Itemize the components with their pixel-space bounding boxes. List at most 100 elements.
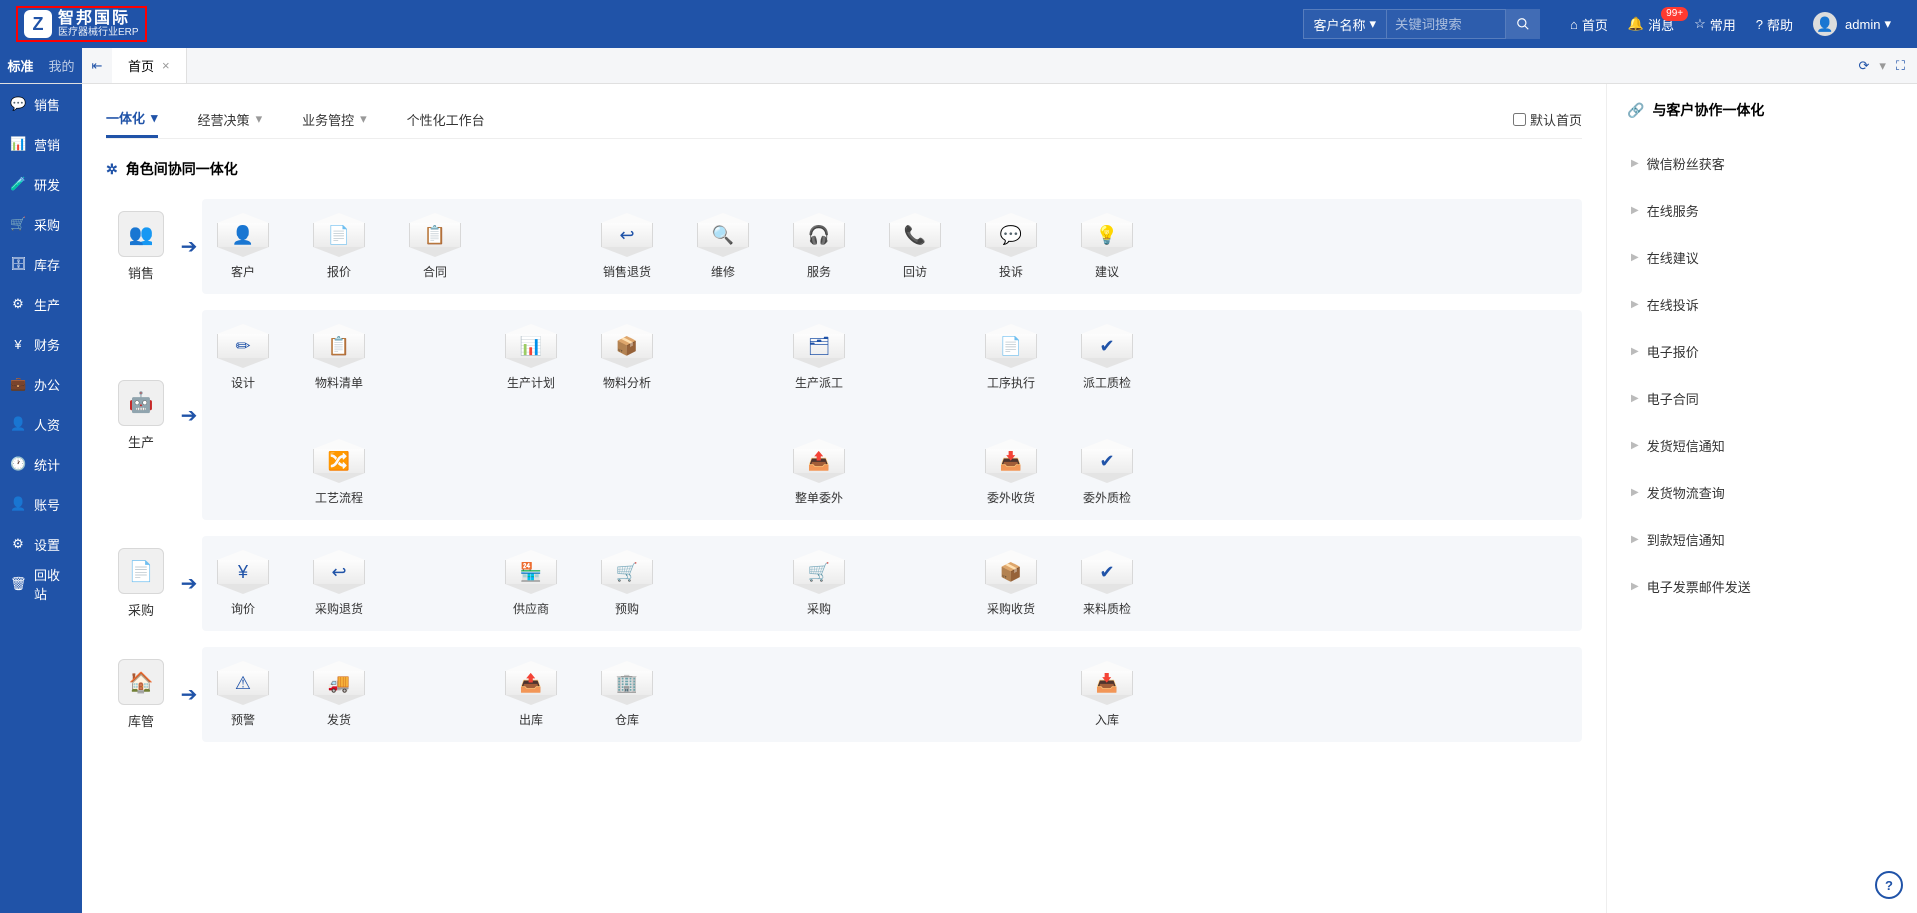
sidebar-label: 设置 [34,535,60,554]
node-icon: 📤 [505,671,557,695]
sidebar-item-9[interactable]: 🕐统计 [0,444,82,484]
right-item-0[interactable]: ▶微信粉丝获客 [1627,140,1897,187]
node-icon: 🎧 [793,223,845,247]
flow-node[interactable]: ✏ 设计 [212,324,274,391]
right-item-4[interactable]: ▶电子报价 [1627,328,1897,375]
messages-badge: 99+ [1661,7,1688,21]
right-item-1[interactable]: ▶在线服务 [1627,187,1897,234]
sidebar-icon: 🕐 [10,456,26,472]
tab-control[interactable]: 业务管控▾ [302,102,367,137]
sidebar-icon: 👤 [10,416,26,432]
flow-node[interactable]: ↩ 销售退货 [596,213,658,280]
flow-node[interactable]: ✔ 派工质检 [1076,324,1138,391]
fullscreen-icon[interactable]: ⛶ [1896,58,1905,74]
right-item-9[interactable]: ▶电子发票邮件发送 [1627,563,1897,610]
sidebar-item-11[interactable]: ⚙设置 [0,524,82,564]
sidebar-item-12[interactable]: 🗑回收站 [0,564,82,604]
sidebar-item-8[interactable]: 👤人资 [0,404,82,444]
tab-close-icon[interactable]: × [162,58,170,73]
default-home-checkbox[interactable]: 默认首页 [1513,110,1582,129]
node-label: 预购 [596,600,658,617]
messages-link[interactable]: 🔔消息99+ [1628,15,1674,34]
triangle-icon: ▶ [1631,487,1639,498]
sidebar-label: 研发 [34,175,60,194]
common-link[interactable]: ☆常用 [1694,15,1736,34]
sidebar-item-1[interactable]: 📊营销 [0,124,82,164]
flow-node[interactable]: 🛒 采购 [788,550,850,617]
flow-node[interactable]: ✔ 来料质检 [1076,550,1138,617]
flow-node[interactable]: 🔀 工艺流程 [308,439,370,506]
content-tabs: 一体化▾ 经营决策▾ 业务管控▾ 个性化工作台 默认首页 [106,100,1582,139]
node-label: 来料质检 [1076,600,1138,617]
flow-node[interactable]: 🔍 维修 [692,213,754,280]
triangle-icon: ▶ [1631,158,1639,169]
help-link[interactable]: ?帮助 [1756,15,1793,34]
row-head-label: 销售 [106,263,176,282]
flow-node[interactable]: 📥 委外收货 [980,439,1042,506]
flow-node[interactable]: 📊 生产计划 [500,324,562,391]
sidebar-item-6[interactable]: ¥财务 [0,324,82,364]
flow-node[interactable]: 🗂 生产派工 [788,324,850,391]
flow-node[interactable]: 📞 回访 [884,213,946,280]
page-tab-home[interactable]: 首页 × [112,48,187,83]
flow-node[interactable]: 👤 客户 [212,213,274,280]
right-item-5[interactable]: ▶电子合同 [1627,375,1897,422]
flow-node[interactable]: 📋 物料清单 [308,324,370,391]
flow-node[interactable]: 🛒 预购 [596,550,658,617]
sidebar-item-2[interactable]: 🧪研发 [0,164,82,204]
flow-node[interactable]: ↩ 采购退货 [308,550,370,617]
flow-node[interactable]: 📤 出库 [500,661,562,728]
flow-node[interactable]: 💡 建议 [1076,213,1138,280]
sidebar-item-5[interactable]: ⚙生产 [0,284,82,324]
flow-node[interactable]: ⚠ 预警 [212,661,274,728]
right-item-label: 发货物流查询 [1647,483,1725,502]
sidebar-item-10[interactable]: 👤账号 [0,484,82,524]
tab-workspace[interactable]: 个性化工作台 [407,102,485,137]
flow-node[interactable]: 📦 采购收货 [980,550,1042,617]
right-item-8[interactable]: ▶到款短信通知 [1627,516,1897,563]
chevron-down-icon[interactable]: ▾ [1879,58,1886,74]
tab-decision[interactable]: 经营决策▾ [198,102,263,137]
right-item-3[interactable]: ▶在线投诉 [1627,281,1897,328]
flow-node[interactable]: 📦 物料分析 [596,324,658,391]
sidebar-item-4[interactable]: 🗄库存 [0,244,82,284]
home-link[interactable]: ⌂首页 [1570,15,1608,34]
flow-node[interactable]: 📋 合同 [404,213,466,280]
flow-node[interactable]: 🚚 发货 [308,661,370,728]
flow-node[interactable]: 📥 入库 [1076,661,1138,728]
node-label: 整单委外 [788,489,850,506]
flow-node[interactable]: 🏪 供应商 [500,550,562,617]
right-item-7[interactable]: ▶ 发货物流查询 [1627,469,1897,516]
bell-icon: 🔔 [1628,16,1644,32]
triangle-icon: ▶ [1631,346,1639,357]
sidebar-item-0[interactable]: 💬销售 [0,84,82,124]
right-item-2[interactable]: ▶在线建议 [1627,234,1897,281]
search-button[interactable] [1506,9,1540,39]
help-fab[interactable]: ? [1875,871,1903,899]
sidebar-collapse-button[interactable]: ⇤ [82,58,112,74]
flow-node[interactable]: 🏢 仓库 [596,661,658,728]
node-icon: 🔀 [313,449,365,473]
flow-node[interactable]: 💬 投诉 [980,213,1042,280]
flow-node[interactable]: ¥ 询价 [212,550,274,617]
flow-row-body: ¥ 询价 ↩ 采购退货 🏪 供应商 🛒 预购 🛒 采购 📦 采购收货 ✔ 来料质… [202,536,1582,631]
flow-node[interactable]: 📤 整单委外 [788,439,850,506]
flow-node[interactable]: 🎧 服务 [788,213,850,280]
mode-mine[interactable]: 我的 [41,48,82,83]
flow-node[interactable]: 📄 工序执行 [980,324,1042,391]
refresh-icon[interactable]: ⟳ [1858,58,1869,74]
sidebar-item-3[interactable]: 🛒采购 [0,204,82,244]
flow-node[interactable]: 📄 报价 [308,213,370,280]
node-icon: ✏ [217,334,269,358]
right-item-6[interactable]: ▶发货短信通知 [1627,422,1897,469]
sidebar-item-7[interactable]: 💼办公 [0,364,82,404]
sidebar-icon: 💬 [10,96,26,112]
search-filter-dropdown[interactable]: 客户名称 ▾ [1303,9,1387,39]
flow-node[interactable]: ✔ 委外质检 [1076,439,1138,506]
tab-integrated[interactable]: 一体化▾ [106,100,158,138]
user-menu[interactable]: 👤admin ▾ [1813,12,1891,36]
home-icon: ⌂ [1570,17,1578,32]
node-icon: 👤 [217,223,269,247]
search-input[interactable] [1386,9,1506,39]
mode-standard[interactable]: 标准 [0,48,41,83]
